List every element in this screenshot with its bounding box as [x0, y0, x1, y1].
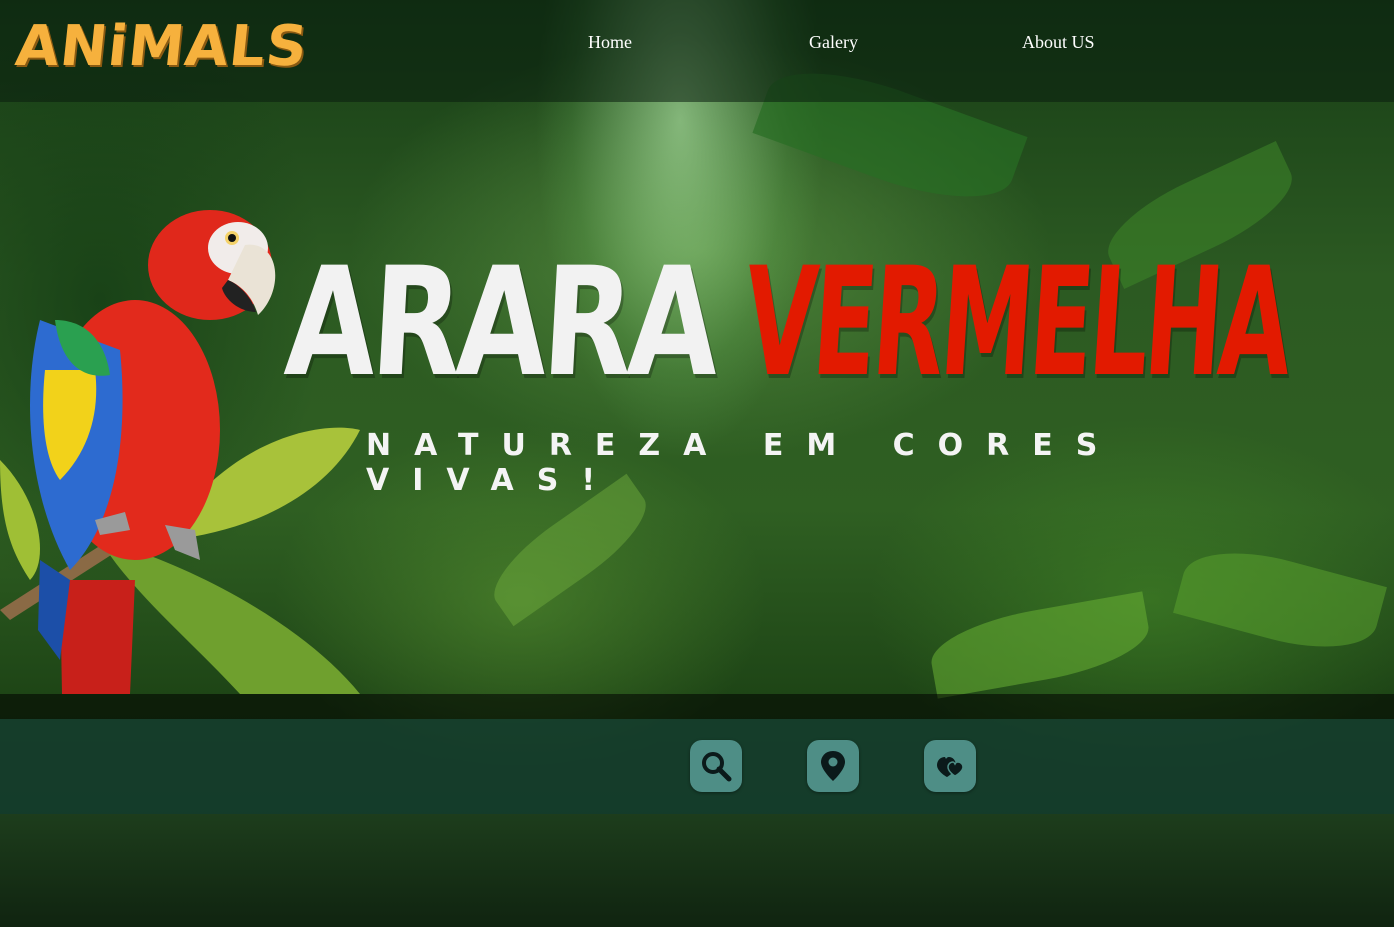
nav-galery-link[interactable]: Galery — [809, 32, 858, 53]
nav-home-link[interactable]: Home — [588, 32, 632, 53]
search-button[interactable] — [690, 740, 742, 792]
location-button[interactable] — [807, 740, 859, 792]
nav-about-link[interactable]: About US — [1022, 32, 1095, 53]
hero-title-red: VERMELHA — [739, 236, 1294, 410]
hero-subtitle: NATUREZA EM CORES VIVAS! — [366, 428, 1121, 498]
hero-title: ARARA VERMELHA — [281, 236, 1380, 418]
search-icon — [702, 752, 732, 782]
bottom-jungle-scene — [0, 814, 1394, 927]
hero-title-white: ARARA — [281, 236, 720, 410]
heart-favorites-icon — [937, 757, 964, 777]
location-pin-icon — [821, 751, 845, 781]
divider-band — [0, 694, 1394, 719]
brand-logo[interactable]: ANiMALS — [13, 14, 311, 79]
favorites-button[interactable] — [924, 740, 976, 792]
